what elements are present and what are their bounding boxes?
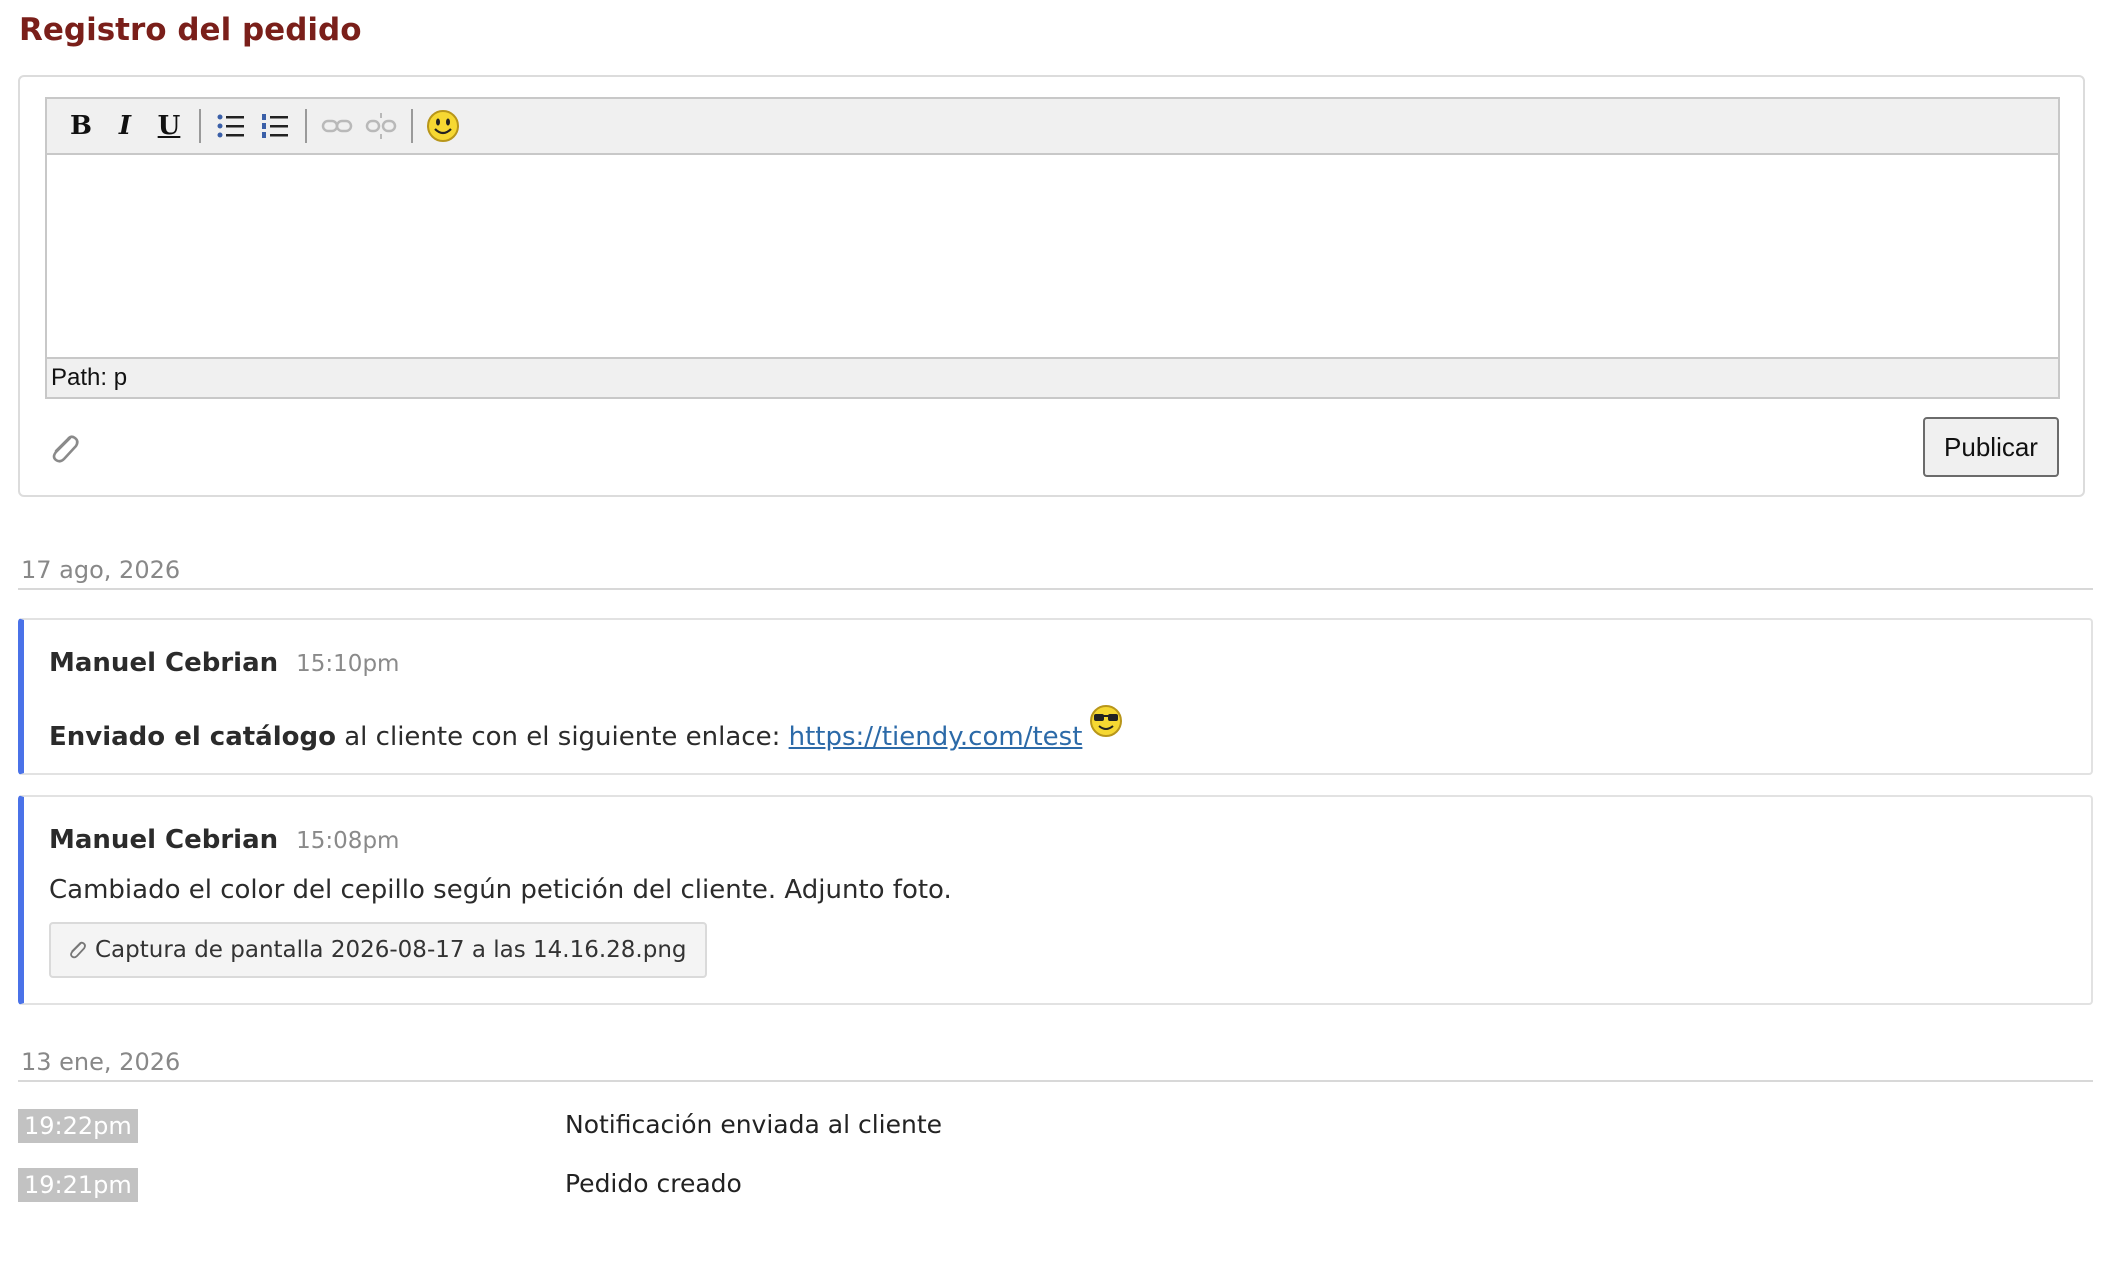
note-time: 15:10pm <box>296 651 400 677</box>
link-button[interactable] <box>315 104 359 148</box>
link-icon <box>321 119 353 133</box>
page-title: Registro del pedido <box>19 12 362 48</box>
attach-file-button[interactable] <box>44 429 84 469</box>
note-card: Manuel Cebrian 15:10pm Enviado el catálog… <box>18 618 2093 775</box>
date-header: 13 ene, 2026 <box>18 1050 2093 1082</box>
toolbar-divider <box>199 109 201 143</box>
rich-text-editor: B I U Path: p <box>45 97 2060 399</box>
event-text: Pedido creado <box>565 1169 742 1198</box>
bold-button[interactable]: B <box>59 104 103 148</box>
note-author: Manuel Cebrian <box>49 648 279 678</box>
emoji-button[interactable] <box>421 104 465 148</box>
note-body: Cambiado el color del cepillo según peti… <box>49 875 952 905</box>
date-header: 17 ago, 2026 <box>18 558 2093 590</box>
note-header: Manuel Cebrian 15:08pm <box>49 825 399 855</box>
italic-button[interactable]: I <box>103 104 147 148</box>
paperclip-icon <box>70 941 86 959</box>
toolbar-divider <box>411 109 413 143</box>
smiley-icon <box>427 110 459 142</box>
editor-text-area[interactable] <box>47 155 2058 357</box>
numbered-list-button[interactable] <box>253 104 297 148</box>
note-text: al cliente con el siguiente enlace: <box>335 722 789 752</box>
toolbar-divider <box>305 109 307 143</box>
event-time-badge: 19:22pm <box>18 1109 138 1143</box>
numbered-list-icon <box>262 114 288 138</box>
bullet-list-button[interactable] <box>209 104 253 148</box>
note-card: Manuel Cebrian 15:08pm Cambiado el color … <box>18 795 2093 1005</box>
note-body: Enviado el catálogo al cliente con el si… <box>49 703 1124 756</box>
unlink-icon <box>365 113 397 139</box>
attachment-chip[interactable]: Captura de pantalla 2026-08-17 a las 14.… <box>49 922 707 978</box>
attachment-filename: Captura de pantalla 2026-08-17 a las 14.… <box>95 937 687 963</box>
unlink-button[interactable] <box>359 104 403 148</box>
editor-path-bar: Path: p <box>47 357 2058 397</box>
sunglasses-emoji-icon <box>1088 703 1124 756</box>
note-link[interactable]: https://tiendy.com/test <box>789 722 1083 752</box>
publish-button[interactable]: Publicar <box>1923 417 2059 477</box>
note-author: Manuel Cebrian <box>49 825 279 855</box>
note-composer: B I U Path: p Publicar <box>18 75 2085 497</box>
bullet-list-icon <box>217 114 244 138</box>
paperclip-icon <box>52 435 79 463</box>
event-text: Notificación enviada al cliente <box>565 1110 943 1139</box>
event-time-badge: 19:21pm <box>18 1168 138 1202</box>
note-bold-text: Enviado el catálogo <box>49 722 336 752</box>
note-time: 15:08pm <box>296 828 400 854</box>
editor-toolbar: B I U <box>47 99 2058 155</box>
underline-button[interactable]: U <box>147 104 191 148</box>
note-header: Manuel Cebrian 15:10pm <box>49 648 399 678</box>
